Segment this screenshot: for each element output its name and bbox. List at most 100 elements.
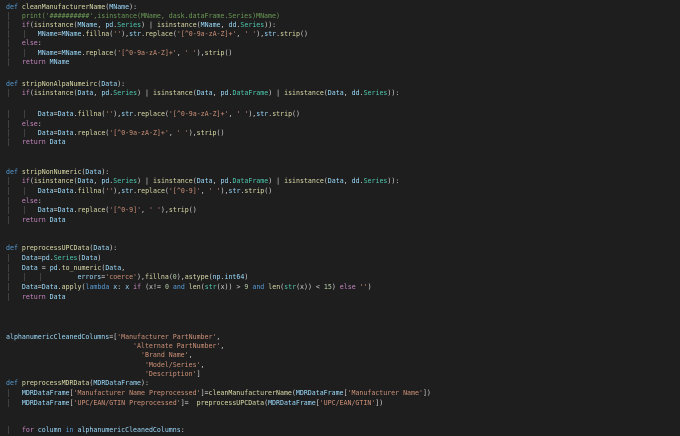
code-token: int64 xyxy=(224,273,245,281)
code-token: '' xyxy=(359,283,368,291)
code-token: Data xyxy=(77,89,94,97)
code-token: () xyxy=(216,129,225,137)
code-token: def xyxy=(6,379,22,387)
code-token: MName xyxy=(49,58,70,66)
code-token: 'Description' xyxy=(6,370,197,378)
code-token: Data xyxy=(6,187,54,195)
code-token: strip xyxy=(272,110,293,118)
code-line[interactable]: if(isinstance(MName, pd.Series) | isinst… xyxy=(0,21,680,29)
code-line[interactable]: MDRDataFrame['Manufacturer Name Preproce… xyxy=(0,389,680,397)
code-line[interactable]: else: xyxy=(0,120,680,128)
code-token: Data xyxy=(101,80,118,88)
code-line[interactable]: Data=Data.replace('[^0-9a-zA-Z]+', ' '),… xyxy=(0,129,680,137)
code-token: , xyxy=(168,129,177,137)
code-line[interactable]: MName=MName.fillna(''),str.replace('[^0-… xyxy=(0,30,680,38)
code-text: MName=MName.replace('[^0-9a-zA-Z]+', ' '… xyxy=(6,49,233,57)
code-token: : xyxy=(37,120,42,128)
code-text: Data=pd.Series(Data) xyxy=(6,254,102,262)
code-line[interactable]: MName=MName.replace('[^0-9a-zA-Z]+', ' '… xyxy=(0,49,680,57)
code-line[interactable]: 'Alternate PartNumber', xyxy=(0,342,680,350)
code-token: isinstance xyxy=(156,21,197,29)
code-line[interactable]: Data=Data.replace('[^0-9]', ' '),strip() xyxy=(0,206,680,214)
code-line[interactable]: errors='coerce'),fillna(0),astype(np.int… xyxy=(0,273,680,281)
code-text: 'Brand Name', xyxy=(6,351,193,359)
code-text: MDRDataFrame['Manufacturer Name Preproce… xyxy=(6,389,431,397)
code-token: MName xyxy=(6,49,58,57)
code-line[interactable]: return MName xyxy=(0,58,680,66)
code-token: ]) xyxy=(375,399,384,407)
code-editor[interactable]: def cleanManufacturerName(MName): print(… xyxy=(0,0,680,436)
code-line[interactable]: Data=Data.fillna(''),str.replace('[^0-9a… xyxy=(0,110,680,118)
code-line[interactable]: return Data xyxy=(0,138,680,146)
code-text: if(isinstance(Data, pd.Series) | isinsta… xyxy=(6,177,399,185)
code-token: , xyxy=(212,89,221,97)
code-token: replace xyxy=(77,206,106,214)
code-token: () xyxy=(299,30,308,38)
code-line[interactable]: 'Model/Series', xyxy=(0,361,680,369)
code-line[interactable]: Data=pd.Series(Data) xyxy=(0,254,680,262)
code-token: ) xyxy=(331,283,340,291)
code-token: () xyxy=(188,206,197,214)
code-line[interactable]: MDRDataFrame['UPC/EAN/GTIN Preprocessed'… xyxy=(0,399,680,407)
code-line[interactable]: def preprocessMDRData(MDRDataFrame): xyxy=(0,379,680,387)
code-token: Data xyxy=(57,110,74,118)
code-line[interactable]: def cleanManufacturerName(MName): xyxy=(0,3,680,11)
code-token: isinstance xyxy=(33,89,74,97)
code-token: fillna xyxy=(77,187,102,195)
code-token: MName xyxy=(200,21,221,29)
code-line[interactable]: Data = pd.to_numeric(Data, xyxy=(0,264,680,272)
code-token: MName xyxy=(109,3,130,11)
code-text: def preprocessUPCData(Data): xyxy=(6,244,117,252)
code-token: Data xyxy=(57,206,74,214)
code-line[interactable]: return Data xyxy=(0,293,680,301)
code-line[interactable]: def stripNonAlpaNumeirc(Data): xyxy=(0,80,680,88)
code-text: errors='coerce'),fillna(0),astype(np.int… xyxy=(6,273,248,281)
code-line[interactable]: return Data xyxy=(0,216,680,224)
code-token: , xyxy=(188,351,193,359)
code-token: strip xyxy=(244,187,265,195)
code-line[interactable]: alphanumericCleanedColumns=['Manufacture… xyxy=(0,333,680,341)
code-text: 'Description'] xyxy=(6,370,201,378)
code-token: Data xyxy=(327,89,344,97)
code-token: lambda xyxy=(85,283,114,291)
code-token: Data xyxy=(41,283,58,291)
code-token: 'Alternate PartNumber' xyxy=(6,342,221,350)
code-line[interactable]: def preprocessUPCData(Data): xyxy=(0,244,680,252)
code-line[interactable]: if(isinstance(Data, pd.Series) | isinsta… xyxy=(0,89,680,97)
code-token: Data xyxy=(49,293,66,301)
code-line[interactable]: else: xyxy=(0,197,680,205)
code-text: Data = pd.to_numeric(Data, xyxy=(6,264,125,272)
code-line[interactable]: for column in alphanumericCleanedColumns… xyxy=(0,426,680,434)
code-token: , xyxy=(200,361,205,369)
code-token: Data xyxy=(6,110,54,118)
code-token: str xyxy=(121,187,134,195)
code-text: alphanumericCleanedColumns=['Manufacture… xyxy=(6,333,220,341)
code-token: apply xyxy=(61,283,82,291)
code-line[interactable]: Data=Data.apply(lambda x: x if (x!= 0 an… xyxy=(0,283,680,291)
code-line[interactable]: if(isinstance(Data, pd.Series) | isinsta… xyxy=(0,177,680,185)
code-line[interactable]: print('##########',isinstance(MName, das… xyxy=(0,12,680,20)
code-text: Data=Data.replace('[^0-9a-zA-Z]+', ' '),… xyxy=(6,129,225,137)
code-token: , xyxy=(343,177,352,185)
code-token: str xyxy=(121,110,134,118)
code-text: return Data xyxy=(6,293,66,301)
code-token: ), xyxy=(160,206,169,214)
code-token: strip xyxy=(280,30,300,38)
code-token: MDRDataFrame xyxy=(268,399,316,407)
code-token: : xyxy=(37,197,42,205)
code-token: str xyxy=(264,30,277,38)
code-text: Data=Data.fillna(''),str.replace('[^0-9]… xyxy=(6,187,272,195)
code-line[interactable]: def stripNonNumeric(Data): xyxy=(0,168,680,176)
code-line[interactable]: else: xyxy=(0,39,680,47)
code-token: 'Brand Name' xyxy=(6,351,189,359)
code-token: (x)) < xyxy=(296,283,324,291)
code-token: () xyxy=(264,187,273,195)
code-line[interactable]: 'Brand Name', xyxy=(0,351,680,359)
code-token: else xyxy=(6,197,38,205)
code-line[interactable]: Data=Data.fillna(''),str.replace('[^0-9]… xyxy=(0,187,680,195)
code-line[interactable]: 'Description'] xyxy=(0,370,680,378)
code-token: str xyxy=(284,283,297,291)
code-token: '[^0-9a-zA-Z]+' xyxy=(168,110,229,118)
code-token: 'UPC/EAN/GTIN Preprocessed' xyxy=(73,399,181,407)
code-token: DataFrame xyxy=(232,89,269,97)
